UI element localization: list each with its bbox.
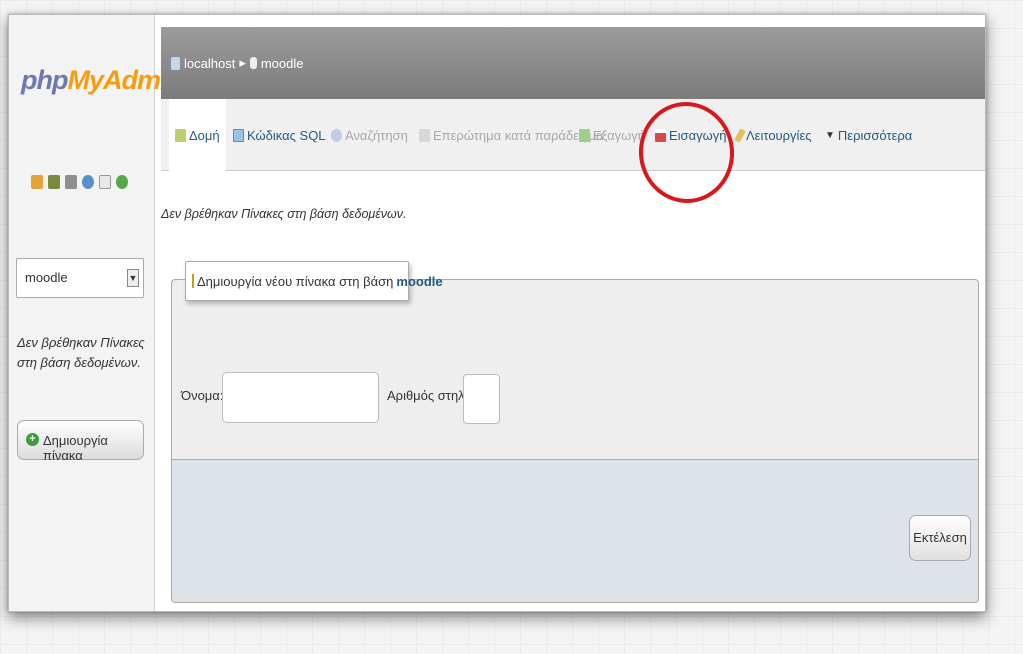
docs-icon[interactable]	[99, 175, 111, 189]
create-table-button[interactable]: + Δημιουργία πίνακα	[17, 420, 144, 463]
sidebar-no-tables-text: Δεν βρέθηκαν Πίνακες στη βάση δεδομένων.	[17, 335, 145, 370]
breadcrumb-database[interactable]: moodle	[261, 56, 304, 71]
breadcrumb: localhost ▸ moodle	[171, 55, 303, 71]
export-icon	[579, 128, 590, 142]
create-table-legend: Δημιουργία νέου πίνακα στη βάση moodle	[185, 261, 443, 301]
operations-icon	[734, 127, 746, 143]
tab-search[interactable]: Αναζήτηση	[325, 99, 414, 171]
new-table-icon	[192, 274, 194, 288]
database-select[interactable]: moodle ▼	[16, 258, 144, 298]
tab-more[interactable]: ▼ Περισσότερα	[819, 99, 918, 171]
dropdown-arrow-icon[interactable]: ▼	[127, 269, 139, 287]
legend-database-name: moodle	[396, 273, 443, 289]
navigation-sidebar: phpMyAdmin moodle ▼ Δεν βρέθηκαν Πίνακες…	[9, 15, 183, 611]
home-icon[interactable]	[31, 175, 43, 189]
breadcrumb-server[interactable]: localhost	[184, 56, 235, 71]
table-name-label: Όνομα:	[181, 388, 224, 403]
form-footer-panel	[171, 459, 979, 603]
reload-icon[interactable]	[116, 175, 128, 189]
tab-bar: Δομή Κώδικας SQL Αναζήτηση Επερώτημα κατ…	[161, 99, 985, 171]
phpmyadmin-logo[interactable]: phpMyAdmin	[21, 65, 183, 96]
sql-query-icon[interactable]	[65, 175, 77, 189]
no-tables-message: Δεν βρέθηκαν Πίνακες στη βάση δεδομένων.	[161, 207, 407, 221]
help-icon[interactable]	[82, 175, 94, 189]
sidebar-icon-row	[31, 175, 128, 189]
database-icon	[249, 57, 257, 69]
query-icon	[419, 128, 430, 142]
top-breadcrumb-bar: localhost ▸ moodle	[161, 27, 985, 99]
exit-icon[interactable]	[48, 175, 60, 189]
create-table-fieldset	[171, 279, 979, 459]
column-count-input[interactable]	[463, 374, 500, 424]
sql-icon	[233, 128, 244, 142]
tab-operations[interactable]: Λειτουργίες	[731, 99, 818, 171]
phpmyadmin-window: phpMyAdmin moodle ▼ Δεν βρέθηκαν Πίνακες…	[8, 14, 986, 612]
plus-icon: +	[26, 433, 39, 446]
tab-sql[interactable]: Κώδικας SQL	[227, 99, 332, 171]
server-icon	[171, 56, 180, 70]
table-name-input[interactable]	[222, 372, 379, 423]
search-icon	[331, 128, 342, 142]
breadcrumb-separator: ▸	[239, 55, 246, 70]
go-button[interactable]: Εκτέλεση	[909, 515, 971, 561]
structure-icon	[175, 128, 186, 142]
triangle-down-icon: ▼	[825, 129, 835, 141]
tab-structure[interactable]: Δομή	[169, 99, 226, 171]
